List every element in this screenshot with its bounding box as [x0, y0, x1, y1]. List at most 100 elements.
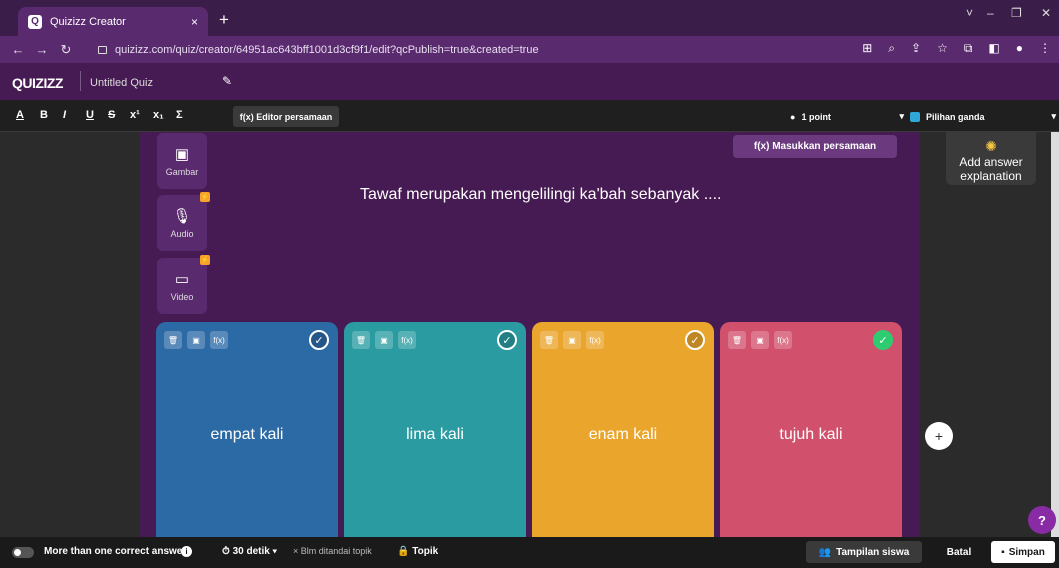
tab-close-icon[interactable]: ×	[191, 15, 198, 29]
delete-icon[interactable]: 🗑	[164, 331, 182, 349]
lightbulb-icon: ✺	[985, 138, 997, 154]
insert-equation-button[interactable]: f(x) Masukkan persamaan	[733, 135, 897, 158]
delete-icon[interactable]: 🗑	[728, 331, 746, 349]
answer-option: 🗑 ▣ f(x) ✓ tujuh kali	[720, 322, 902, 540]
image-icon: ▣	[174, 146, 190, 163]
minimize-button[interactable]: –	[987, 6, 994, 20]
lock-icon: 🔒	[397, 546, 410, 557]
student-view-label: Tampilan siswa	[836, 546, 910, 558]
quiz-name[interactable]: Untitled Quiz	[90, 77, 153, 89]
browser-menu-icon[interactable]: ⋮	[1039, 41, 1051, 56]
help-button[interactable]: ?	[1028, 506, 1056, 534]
delete-icon[interactable]: 🗑	[352, 331, 370, 349]
subscript-button[interactable]: x₁	[153, 109, 164, 121]
multi-correct-label: More than one correct answer	[44, 546, 187, 557]
close-window-button[interactable]: ✕	[1041, 6, 1051, 20]
text-color-button[interactable]: A	[16, 109, 24, 121]
reload-icon[interactable]: ↻	[54, 42, 78, 58]
add-image-button[interactable]: ▣ Gambar	[157, 133, 207, 189]
mark-correct-button[interactable]: ✓	[685, 330, 705, 350]
save-icon: ▪	[1001, 546, 1005, 558]
superscript-button[interactable]: x¹	[130, 109, 140, 121]
pencil-icon[interactable]: ✎	[222, 74, 238, 90]
sidebar-icon[interactable]: ◧	[988, 41, 999, 56]
timer-select[interactable]: ⏱ 30 detik ▾	[222, 546, 277, 557]
save-button[interactable]: ▪ Simpan	[991, 541, 1055, 563]
cancel-button[interactable]: Batal	[934, 541, 984, 563]
browser-tab[interactable]: Q Quizizz Creator ×	[18, 7, 208, 36]
extensions-icon[interactable]: ⧉	[964, 41, 973, 56]
points-value: 1 point	[801, 111, 831, 122]
italic-button[interactable]: I	[63, 109, 66, 121]
mark-correct-button[interactable]: ✓	[497, 330, 517, 350]
translate-icon[interactable]: ⊞	[862, 41, 872, 56]
image-label: Gambar	[165, 167, 199, 177]
add-video-button[interactable]: ▭ Video	[157, 258, 207, 314]
lightning-icon: ⚡	[200, 255, 210, 265]
student-view-button[interactable]: 👥 Tampilan siswa	[806, 541, 922, 563]
bold-button[interactable]: B	[40, 109, 48, 121]
answer-text[interactable]: tujuh kali	[720, 426, 902, 444]
equation-icon[interactable]: f(x)	[586, 331, 604, 349]
image-icon[interactable]: ▣	[187, 331, 205, 349]
answer-text[interactable]: enam kali	[532, 426, 714, 444]
forward-arrow-icon[interactable]: →	[30, 42, 54, 57]
address-bar[interactable]: quizizz.com/quiz/creator/64951ac643bff10…	[98, 40, 833, 59]
tab-title: Quizizz Creator	[50, 15, 126, 28]
equation-icon[interactable]: f(x)	[398, 331, 416, 349]
multi-correct-toggle[interactable]	[12, 547, 34, 558]
image-icon[interactable]: ▣	[563, 331, 581, 349]
image-icon[interactable]: ▣	[375, 331, 393, 349]
bottom-bar: More than one correct answer i ⏱ 30 deti…	[0, 537, 1059, 568]
add-option-button[interactable]: +	[925, 422, 953, 450]
scrollbar[interactable]	[1051, 132, 1059, 537]
tab-search-icon[interactable]: ˅	[966, 6, 973, 20]
video-label: Video	[170, 292, 194, 302]
mark-correct-button[interactable]: ✓	[873, 330, 893, 350]
equation-icon[interactable]: f(x)	[774, 331, 792, 349]
add-audio-button[interactable]: 🎙 Audio	[157, 195, 207, 251]
bookmark-star-icon[interactable]: ☆	[937, 41, 948, 56]
share-icon[interactable]: ⇪	[911, 41, 921, 56]
maximize-button[interactable]: ❐	[1011, 6, 1022, 20]
mark-correct-button[interactable]: ✓	[309, 330, 329, 350]
explanation-line-2: explanation	[960, 169, 1022, 183]
video-camera-icon: ▭	[174, 271, 190, 288]
topic-button[interactable]: 🔒 Topik	[397, 546, 438, 557]
stopwatch-icon: ⏱	[222, 546, 230, 557]
chevron-down-icon: ▾	[899, 111, 904, 121]
image-icon[interactable]: ▣	[751, 331, 769, 349]
quiz-header: QUIZIZZ Untitled Quiz ✎	[0, 63, 1059, 100]
topic-status: × Blm ditandai topik	[293, 546, 372, 556]
question-text[interactable]: Tawaf merupakan mengelilingi ka'bah seba…	[360, 186, 721, 204]
question-type-select[interactable]: Pilihan ganda ▾	[910, 106, 1059, 127]
delete-icon[interactable]: 🗑	[540, 331, 558, 349]
students-icon: 👥	[818, 546, 832, 558]
check-circle-icon: ●	[790, 111, 796, 122]
equation-editor-button[interactable]: f(x) Editor persamaan	[233, 106, 339, 127]
url-text: quizizz.com/quiz/creator/64951ac643bff10…	[115, 43, 539, 56]
new-tab-button[interactable]: +	[214, 10, 234, 30]
symbol-button[interactable]: Σ	[176, 109, 183, 121]
header-divider	[80, 71, 81, 91]
right-gutter	[920, 132, 1059, 537]
strikethrough-button[interactable]: S	[108, 109, 115, 121]
answer-text[interactable]: lima kali	[344, 426, 526, 444]
microphone-icon: 🎙	[172, 208, 192, 225]
answer-text[interactable]: empat kali	[156, 426, 338, 444]
answer-option: 🗑 ▣ f(x) ✓ lima kali	[344, 322, 526, 540]
zoom-icon[interactable]: ⌕	[888, 41, 895, 56]
equation-icon[interactable]: f(x)	[210, 331, 228, 349]
info-icon[interactable]: i	[181, 546, 192, 557]
profile-avatar-icon[interactable]: ●	[1016, 41, 1023, 56]
add-answer-explanation-button[interactable]: ✺ Add answer explanation	[946, 132, 1036, 185]
browser-action-icons: ⊞ ⌕ ⇪ ☆ ⧉ ◧ ● ⋮	[862, 41, 1051, 56]
points-select[interactable]: ● 1 point ▾	[786, 106, 904, 127]
answer-option: 🗑 ▣ f(x) ✓ empat kali	[156, 322, 338, 540]
format-toolbar: A B I U S x¹ x₁ Σ f(x) Editor persamaan …	[0, 100, 1059, 132]
quizizz-logo[interactable]: QUIZIZZ	[12, 75, 63, 91]
back-arrow-icon[interactable]: ←	[6, 42, 30, 57]
multiple-choice-icon	[910, 111, 920, 122]
underline-button[interactable]: U	[86, 109, 94, 121]
explanation-line-1: Add answer	[959, 155, 1023, 169]
